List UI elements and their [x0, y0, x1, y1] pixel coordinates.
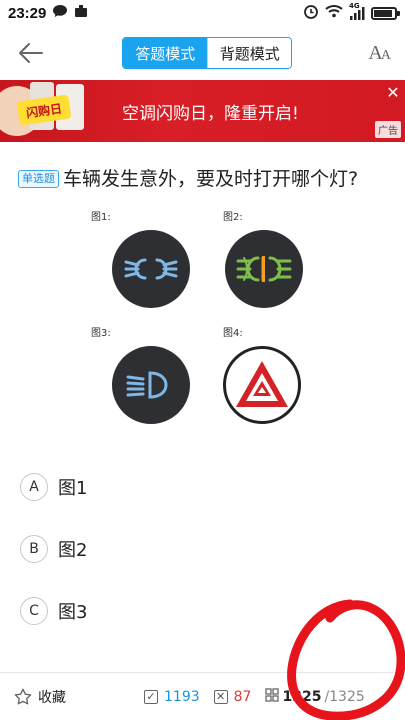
tab-answer-mode[interactable]: 答题模式 — [123, 38, 208, 68]
right-count-button[interactable]: ✓ 1193 — [144, 689, 200, 705]
hazard-warning-icon — [223, 346, 301, 424]
alarm-icon — [303, 3, 319, 23]
checkmark-icon: ✓ — [144, 689, 158, 704]
option-c[interactable]: C 图3 — [0, 580, 405, 642]
ad-close-button[interactable]: ✕ — [383, 82, 403, 102]
top-navigation: 答题模式 背题模式 AA — [0, 26, 405, 80]
favorite-button[interactable]: 收藏 — [14, 687, 144, 707]
current-question-number: 1325 — [282, 688, 322, 705]
option-letter: C — [20, 597, 48, 625]
wrong-count-button[interactable]: ✕ 87 — [213, 688, 252, 705]
figure-label-2: 图2: — [223, 212, 243, 223]
back-button[interactable] — [16, 38, 46, 68]
grid-icon — [265, 687, 280, 706]
figure-label-4: 图4: — [223, 328, 243, 339]
status-time: 23:29 — [8, 4, 47, 22]
mode-switch: 答题模式 背题模式 — [122, 37, 293, 69]
status-bar: 23:29 4G — [0, 0, 405, 26]
app-notification-icon — [74, 4, 88, 22]
option-letter: B — [20, 535, 48, 563]
ad-headline: 空调闪购日，隆重开启! — [122, 103, 299, 124]
fog-light-icon — [225, 230, 303, 308]
wrong-count: 87 — [233, 688, 252, 705]
option-text: 图3 — [58, 602, 88, 623]
position-light-icon — [112, 230, 190, 308]
right-count: 1193 — [164, 688, 200, 705]
close-icon: ✕ — [386, 82, 400, 102]
ad-image: 闪购日 — [0, 80, 110, 142]
question-progress-button[interactable]: 1325 /1325 — [265, 687, 365, 706]
ad-label: 广告 — [375, 121, 401, 138]
font-size-icon: AA — [368, 41, 391, 64]
question-type-badge: 单选题 — [18, 170, 59, 188]
star-icon — [14, 688, 32, 705]
question-text: 车辆发生意外，要及时打开哪个灯? — [63, 168, 359, 190]
ad-banner[interactable]: 闪购日 空调闪购日，隆重开启! ✕ 广告 — [0, 80, 405, 142]
tab-recite-mode[interactable]: 背题模式 — [207, 38, 292, 68]
ad-logo-text: 闪购日 — [25, 101, 63, 120]
option-b[interactable]: B 图2 — [0, 518, 405, 580]
battery-icon — [371, 6, 400, 20]
figure-label-3: 图3: — [91, 328, 111, 339]
total-questions: /1325 — [324, 688, 365, 705]
question-stem: 单选题 车辆发生意外，要及时打开哪个灯? — [0, 142, 405, 194]
option-a[interactable]: A 图1 — [0, 456, 405, 518]
option-text: 图2 — [58, 540, 88, 561]
arrow-left-icon — [19, 43, 43, 63]
message-icon — [52, 4, 68, 22]
favorite-label: 收藏 — [38, 689, 66, 706]
figure-label-1: 图1: — [91, 212, 111, 223]
signal-icon: 4G — [349, 2, 365, 20]
bottom-toolbar: 收藏 ✓ 1193 ✕ 87 1325 /1325 — [0, 672, 405, 720]
option-text: 图1 — [58, 478, 88, 499]
low-beam-icon — [112, 346, 190, 424]
answer-options: A 图1 B 图2 C 图3 — [0, 456, 405, 642]
question-figure: 图1: 图2: 图3: 图4: — [85, 208, 319, 442]
network-type: 4G — [349, 2, 360, 10]
wifi-icon — [325, 4, 343, 22]
font-size-button[interactable]: AA — [368, 41, 391, 65]
option-letter: A — [20, 473, 48, 501]
cross-icon: ✕ — [213, 689, 228, 704]
